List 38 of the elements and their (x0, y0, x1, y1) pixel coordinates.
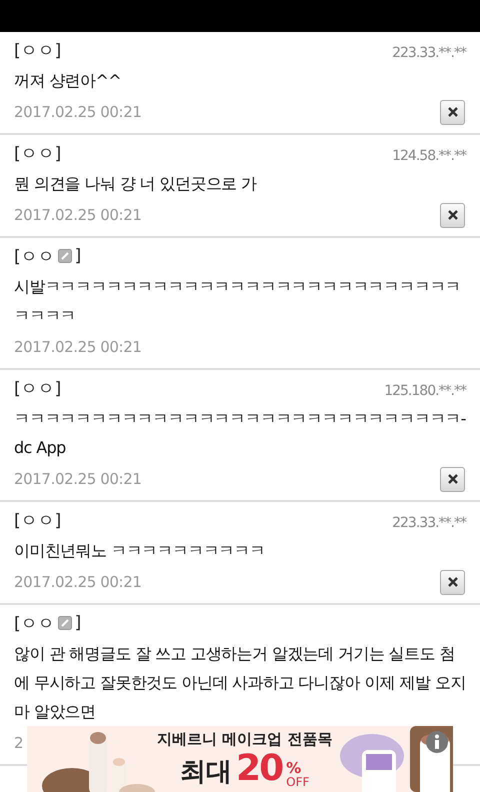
writer-name: [ㅇㅇ] (14, 40, 62, 62)
comment-text: 않이 관 해명글도 잘 쓰고 고생하는거 알겠는데 거기는 실트도 첨에 무시하고 잘못한것도 아닌데 사과하고 다니잖아 이제 제발 오지마 알았으면 (14, 643, 466, 723)
comment-text: ㅋㅋㅋㅋㅋㅋㅋㅋㅋㅋㅋㅋㅋㅋㅋㅋㅋㅋㅋㅋㅋㅋㅋㅋㅋㅋㅋㅋㅋ-dc App (14, 408, 466, 459)
writer-name: [ㅇㅇ (14, 246, 55, 268)
off-label: OFF (286, 775, 310, 789)
comment-date: 2 (14, 734, 24, 752)
comment-date: 2017.02.25 00:21 (14, 206, 142, 224)
comment-date: 2017.02.25 00:21 (14, 338, 142, 356)
comment-text: 이미친년뭐노 ㅋㅋㅋㅋㅋㅋㅋㅋㅋㅋ (14, 540, 266, 562)
close-icon (446, 576, 458, 588)
name-bracket: ] (74, 613, 82, 633)
close-icon (446, 106, 458, 118)
discount-number: 20 (236, 749, 282, 789)
delete-button[interactable] (440, 466, 465, 492)
writer-name: [ㅇㅇ] (14, 510, 62, 532)
comment-text: 뭔 의견을 나눠 걍 너 있던곳으로 가 (14, 173, 258, 195)
ip-address: 223.33.**.** (392, 515, 466, 531)
comment-text: 시발ㅋㅋㅋㅋㅋㅋㅋㅋㅋㅋㅋㅋㅋㅋㅋㅋㅋㅋㅋㅋㅋㅋㅋㅋㅋㅋㅋㅋㅋㅋㅋ (14, 276, 462, 327)
info-icon[interactable] (425, 730, 449, 754)
writer-name: [ㅇㅇ] (14, 142, 62, 164)
delete-button[interactable] (440, 202, 465, 228)
ip-address: 223.33.**.** (392, 45, 466, 61)
close-icon (446, 473, 458, 485)
name-bracket: ] (74, 246, 82, 266)
percent-sign: % (286, 761, 302, 775)
ad-prefix: 최대 (180, 756, 232, 789)
comment-text: 꺼져 샹련아^^ (14, 70, 122, 92)
ip-address: 125.180.**.** (384, 383, 466, 399)
close-icon (446, 209, 458, 221)
delete-button[interactable] (440, 100, 465, 124)
comment-date: 2017.02.25 00:21 (14, 470, 142, 488)
delete-button[interactable] (440, 570, 465, 594)
ip-address: 124.58.**.** (392, 148, 466, 164)
writer-name: [ㅇㅇ] (14, 378, 62, 400)
writer-name: [ㅇㅇ (14, 612, 55, 634)
ad-headline: 지베르니 메이크업 전품목 (157, 730, 332, 749)
comment-date: 2017.02.25 00:21 (14, 103, 142, 121)
comment-date: 2017.02.25 00:21 (14, 573, 142, 591)
